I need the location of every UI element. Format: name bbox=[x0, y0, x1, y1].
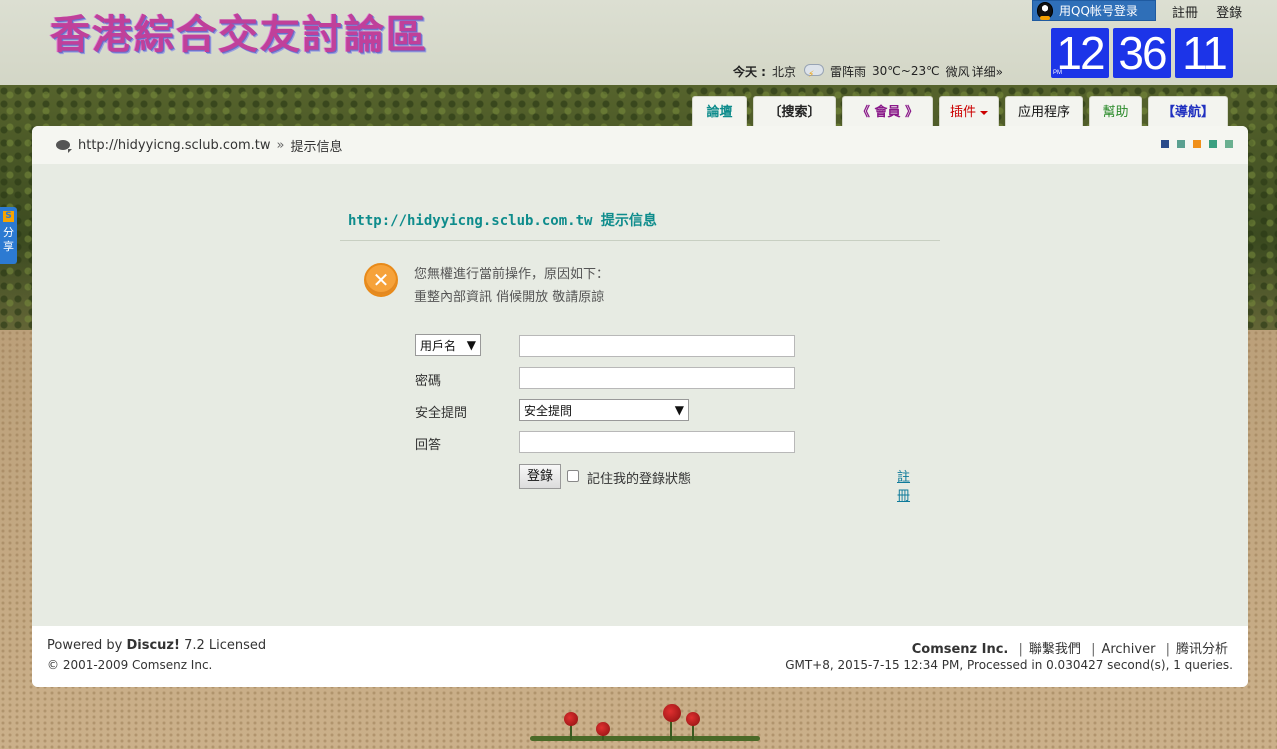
copyright: © 2001-2009 Comsenz Inc. bbox=[47, 658, 213, 672]
weather-city: 北京 bbox=[771, 64, 796, 79]
clock-minute: 36 bbox=[1113, 28, 1171, 78]
message-title-tip: 提示信息 bbox=[600, 213, 657, 229]
password-label: 密碼 bbox=[415, 374, 442, 389]
tab-help[interactable]: 幫助 bbox=[1089, 96, 1142, 127]
username-row: 用戶名 ▼ bbox=[415, 334, 481, 356]
weather-widget: 今天 : 北京 雷阵雨 30℃~23℃ 微风 详细» bbox=[733, 62, 1003, 80]
clock-ampm: PM bbox=[1053, 70, 1062, 76]
site-logo[interactable]: 香港綜合交友討論區 bbox=[50, 2, 428, 60]
tab-navigation[interactable]: 【導航】 bbox=[1148, 96, 1228, 127]
register-link[interactable]: 註冊 bbox=[1172, 6, 1198, 21]
powered-by: Powered by Discuz! 7.2 Licensed bbox=[47, 638, 267, 653]
digital-clock: 12 PM 36 11 bbox=[1051, 28, 1233, 78]
select-arrow-icon: ▼ bbox=[674, 403, 684, 417]
footer-links: Comsenz Inc. | 聯繫我們 | Archiver | 腾讯分析 bbox=[911, 642, 1228, 657]
share-logo-icon: S bbox=[3, 211, 14, 222]
error-text: 您無權進行當前操作，原因如下： 重整內部資訊 俏候開放 敬請原諒 bbox=[414, 263, 609, 309]
clock-hour: 12 PM bbox=[1051, 28, 1109, 78]
main-panel: http://hidyyicng.sclub.com.tw » 提示信息 htt… bbox=[32, 126, 1248, 687]
tab-plugins-label: 插件 bbox=[949, 105, 976, 120]
form-register-link[interactable]: 註冊 bbox=[897, 466, 910, 504]
error-line-1: 您無權進行當前操作，原因如下： bbox=[414, 267, 610, 282]
rose-decoration bbox=[530, 700, 760, 745]
error-row: ✕ 您無權進行當前操作，原因如下： 重整內部資訊 俏候開放 敬請原諒 bbox=[340, 263, 940, 309]
qq-login-label: 用QQ帐号登录 bbox=[1059, 4, 1138, 18]
breadcrumb-site-link[interactable]: http://hidyyicng.sclub.com.tw bbox=[78, 138, 270, 153]
username-type-value: 用戶名 bbox=[420, 338, 457, 353]
share-label: 分享 bbox=[3, 226, 14, 253]
top-links: 註冊 登錄 bbox=[1172, 2, 1256, 21]
tab-forum[interactable]: 論壇 bbox=[692, 96, 747, 127]
password-input[interactable] bbox=[519, 367, 795, 389]
weather-wind: 微风 bbox=[945, 64, 970, 79]
username-input[interactable] bbox=[519, 335, 795, 357]
breadcrumb-current: 提示信息 bbox=[290, 139, 343, 155]
weather-today-label: 今天 : bbox=[733, 64, 766, 79]
tab-apps[interactable]: 应用程序 bbox=[1005, 96, 1083, 127]
username-type-select[interactable]: 用戶名 ▼ bbox=[415, 334, 481, 356]
remember-me-label: 記住我的登錄狀態 bbox=[587, 472, 692, 487]
share-widget[interactable]: S 分享 bbox=[0, 207, 17, 264]
qq-penguin-icon bbox=[1037, 2, 1053, 20]
error-x-icon: ✕ bbox=[364, 263, 398, 297]
message-title: http://hidyyicng.sclub.com.tw 提示信息 bbox=[340, 206, 940, 241]
tab-search[interactable]: 〔搜索〕 bbox=[753, 96, 836, 127]
thunderstorm-icon bbox=[802, 62, 824, 80]
error-line-2: 重整內部資訊 俏候開放 敬請原諒 bbox=[414, 290, 605, 305]
breadcrumb: http://hidyyicng.sclub.com.tw » 提示信息 bbox=[32, 126, 1248, 164]
style-dot-3[interactable] bbox=[1193, 140, 1201, 148]
answer-label: 回答 bbox=[415, 438, 442, 453]
contact-link[interactable]: 聯繫我們 bbox=[1029, 642, 1081, 657]
remember-me-checkbox[interactable] bbox=[567, 470, 579, 482]
weather-temp: 30℃~23℃ bbox=[872, 64, 940, 78]
analytics-link[interactable]: 腾讯分析 bbox=[1176, 642, 1228, 657]
footer: Powered by Discuz! 7.2 Licensed © 2001-2… bbox=[32, 626, 1248, 687]
security-question-value: 安全提問 bbox=[524, 403, 573, 418]
message-title-site: http://hidyyicng.sclub.com.tw bbox=[348, 213, 593, 229]
style-switcher bbox=[1161, 140, 1233, 148]
question-label: 安全提問 bbox=[415, 406, 468, 421]
style-dot-5[interactable] bbox=[1225, 140, 1233, 148]
security-question-select[interactable]: 安全提問 ▼ bbox=[519, 399, 689, 421]
tab-plugins[interactable]: 插件 bbox=[939, 96, 999, 127]
style-dot-1[interactable] bbox=[1161, 140, 1169, 148]
login-link[interactable]: 登錄 bbox=[1216, 6, 1242, 21]
answer-input[interactable] bbox=[519, 431, 795, 453]
select-arrow-icon: ▼ bbox=[466, 338, 476, 352]
clock-second: 11 bbox=[1175, 28, 1233, 78]
tab-members[interactable]: 《 會員 》 bbox=[842, 96, 933, 127]
style-dot-2[interactable] bbox=[1177, 140, 1185, 148]
discuz-link[interactable]: Discuz! bbox=[126, 638, 179, 653]
speech-bubble-icon bbox=[56, 140, 72, 153]
company-link[interactable]: Comsenz Inc. bbox=[912, 642, 1009, 657]
server-status: GMT+8, 2015-7-15 12:34 PM, Processed in … bbox=[785, 658, 1233, 672]
login-submit-button[interactable]: 登錄 bbox=[519, 464, 561, 489]
archiver-link[interactable]: Archiver bbox=[1101, 642, 1155, 657]
style-dot-4[interactable] bbox=[1209, 140, 1217, 148]
qq-login-button[interactable]: 用QQ帐号登录 bbox=[1032, 0, 1156, 21]
weather-condition: 雷阵雨 bbox=[830, 64, 867, 79]
main-nav: 論壇 〔搜索〕 《 會員 》 插件 应用程序 幫助 【導航】 bbox=[692, 96, 1228, 127]
breadcrumb-separator: » bbox=[276, 137, 285, 153]
message-box: http://hidyyicng.sclub.com.tw 提示信息 ✕ 您無權… bbox=[340, 206, 940, 309]
dropdown-caret-icon bbox=[980, 110, 988, 115]
weather-detail-link[interactable]: 详细» bbox=[972, 63, 1003, 80]
